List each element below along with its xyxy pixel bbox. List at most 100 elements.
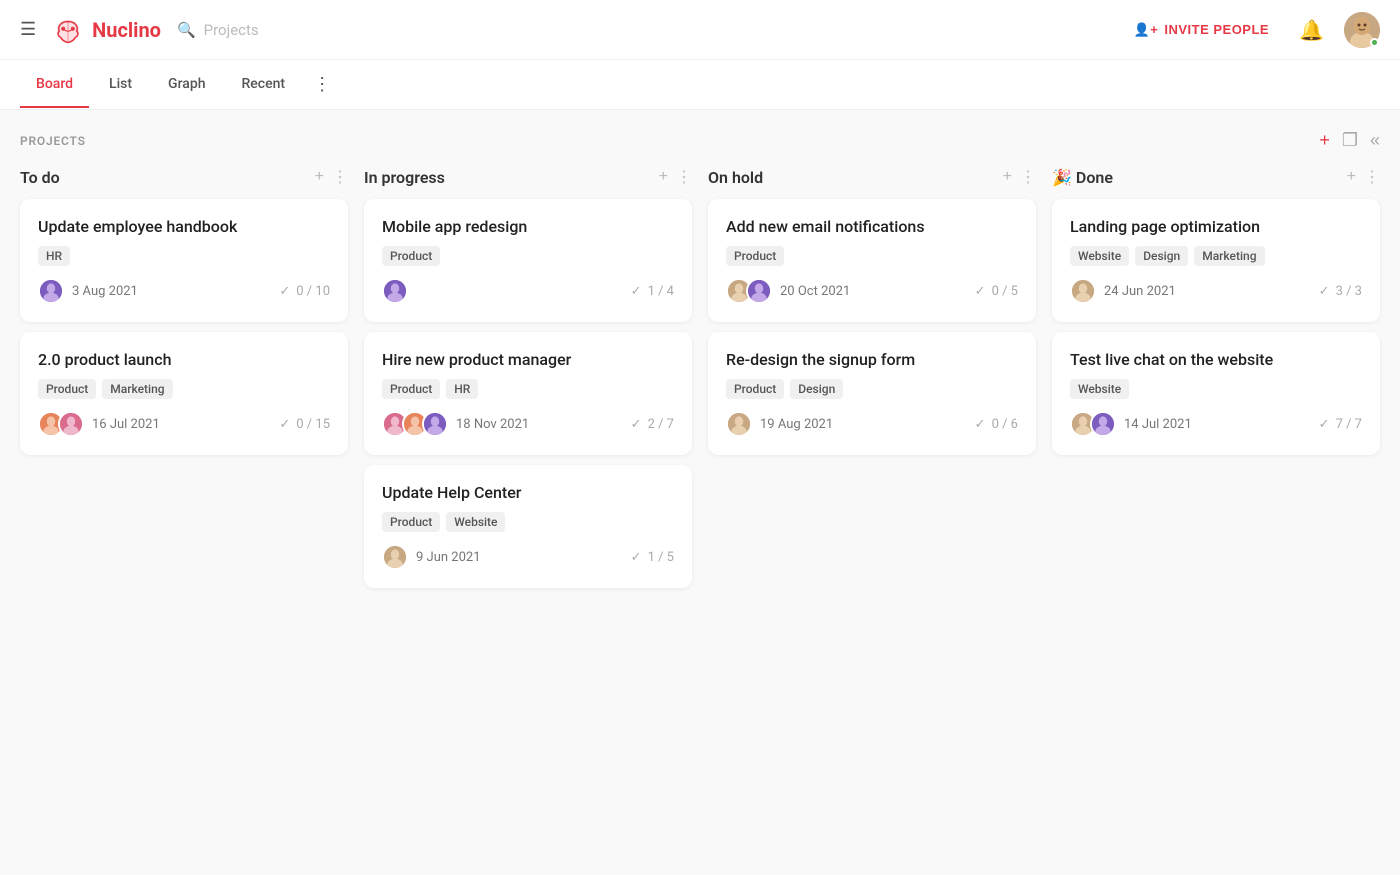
card-hire-product-manager[interactable]: Hire new product manager Product HR [364, 332, 692, 455]
column-done-actions: + ⋮ [1347, 167, 1380, 187]
card-meta-left [382, 278, 408, 304]
card-tasks: ✓ 0 / 10 [279, 284, 330, 299]
tag-marketing: Marketing [1194, 246, 1264, 266]
card-avatars [726, 411, 752, 437]
add-card-onhold-button[interactable]: + [1003, 168, 1012, 186]
card-footer: 14 Jul 2021 ✓ 7 / 7 [1070, 411, 1362, 437]
column-onhold-header: On hold + ⋮ [708, 167, 1036, 187]
card-tasks: ✓ 1 / 5 [631, 550, 674, 565]
card-footer: 19 Aug 2021 ✓ 0 / 6 [726, 411, 1018, 437]
add-card-todo-button[interactable]: + [315, 168, 324, 186]
card-update-help-center[interactable]: Update Help Center Product Website 9 Jun… [364, 465, 692, 588]
column-todo: To do + ⋮ Update employee handbook HR [20, 167, 348, 465]
search-bar[interactable]: 🔍 Projects [177, 21, 259, 39]
column-inprogress-actions: + ⋮ [659, 167, 692, 187]
tab-recent[interactable]: Recent [225, 62, 301, 108]
column-inprogress-header: In progress + ⋮ [364, 167, 692, 187]
header-left: ☰ Nuclino 🔍 Projects [20, 16, 1124, 44]
card-product-launch[interactable]: 2.0 product launch Product Marketing [20, 332, 348, 455]
board-actions: + ❐ « [1319, 130, 1380, 151]
todo-more-button[interactable]: ⋮ [332, 167, 348, 187]
user-online-status [1370, 38, 1379, 47]
card-title: 2.0 product launch [38, 350, 330, 369]
card-footer: 24 Jun 2021 ✓ 3 / 3 [1070, 278, 1362, 304]
avatar-1 [746, 278, 772, 304]
tag-product: Product [38, 379, 96, 399]
card-tasks: ✓ 0 / 15 [279, 417, 330, 432]
search-placeholder: Projects [204, 21, 259, 39]
card-redesign-signup[interactable]: Re-design the signup form Product Design… [708, 332, 1036, 455]
onhold-more-button[interactable]: ⋮ [1020, 167, 1036, 187]
board-section-title: PROJECTS [20, 134, 86, 148]
card-tasks: ✓ 3 / 3 [1319, 284, 1362, 299]
task-count: 1 / 5 [648, 550, 674, 565]
user-avatar-wrapper[interactable] [1344, 12, 1380, 48]
card-tags: Product HR [382, 379, 674, 399]
add-person-icon: 👤+ [1134, 22, 1159, 38]
tabs-bar: Board List Graph Recent ⋮ [0, 60, 1400, 110]
card-avatars [1070, 278, 1096, 304]
card-tags: Website [1070, 379, 1362, 399]
task-count: 0 / 10 [296, 284, 330, 299]
columns-wrapper: To do + ⋮ Update employee handbook HR [20, 167, 1380, 598]
logo-text: Nuclino [92, 18, 161, 42]
header: ☰ Nuclino 🔍 Projects 👤+ INVITE PEOPLE 🔔 [0, 0, 1400, 60]
card-title: Test live chat on the website [1070, 350, 1362, 369]
add-card-done-button[interactable]: + [1347, 168, 1356, 186]
task-count: 3 / 3 [1336, 284, 1362, 299]
tag-design: Design [790, 379, 843, 399]
avatar-0 [38, 278, 64, 304]
column-onhold-title: On hold [708, 168, 763, 187]
tabs-more-menu[interactable]: ⋮ [305, 60, 339, 109]
inprogress-more-button[interactable]: ⋮ [676, 167, 692, 187]
card-date: 14 Jul 2021 [1124, 417, 1192, 432]
card-meta-left: 16 Jul 2021 [38, 411, 160, 437]
board-container: PROJECTS + ❐ « To do + ⋮ Update employee… [0, 110, 1400, 618]
avatar-1 [1090, 411, 1116, 437]
search-icon: 🔍 [177, 21, 196, 39]
add-card-inprogress-button[interactable]: + [659, 168, 668, 186]
menu-icon[interactable]: ☰ [20, 19, 36, 40]
check-icon: ✓ [1319, 417, 1330, 432]
avatar-1 [58, 411, 84, 437]
done-more-button[interactable]: ⋮ [1364, 167, 1380, 187]
column-done-title: 🎉 Done [1052, 168, 1113, 187]
notification-icon[interactable]: 🔔 [1299, 18, 1324, 42]
logo: Nuclino [52, 16, 161, 44]
card-footer: 18 Nov 2021 ✓ 2 / 7 [382, 411, 674, 437]
collapse-board-button[interactable]: « [1370, 130, 1380, 151]
tag-design: Design [1135, 246, 1188, 266]
card-tasks: ✓ 7 / 7 [1319, 417, 1362, 432]
check-icon: ✓ [1319, 284, 1330, 299]
column-todo-title: To do [20, 168, 60, 187]
card-tasks: ✓ 0 / 6 [975, 417, 1018, 432]
tag-hr: HR [446, 379, 478, 399]
card-tags: Product [382, 246, 674, 266]
card-meta-left: 24 Jun 2021 [1070, 278, 1176, 304]
card-avatars [382, 544, 408, 570]
tab-board[interactable]: Board [20, 62, 89, 108]
task-count: 1 / 4 [648, 284, 674, 299]
card-title: Hire new product manager [382, 350, 674, 369]
card-footer: 16 Jul 2021 ✓ 0 / 15 [38, 411, 330, 437]
add-column-button[interactable]: + [1319, 130, 1330, 151]
card-update-employee-handbook[interactable]: Update employee handbook HR 3 Aug 2021 [20, 199, 348, 322]
card-test-live-chat[interactable]: Test live chat on the website Website [1052, 332, 1380, 455]
column-onhold-actions: + ⋮ [1003, 167, 1036, 187]
card-mobile-app-redesign[interactable]: Mobile app redesign Product ✓ 1 / [364, 199, 692, 322]
tab-list[interactable]: List [93, 62, 148, 108]
card-meta-left: 18 Nov 2021 [382, 411, 529, 437]
expand-board-button[interactable]: ❐ [1342, 130, 1358, 151]
card-footer: 9 Jun 2021 ✓ 1 / 5 [382, 544, 674, 570]
card-title: Update Help Center [382, 483, 674, 502]
card-email-notifications[interactable]: Add new email notifications Product [708, 199, 1036, 322]
card-avatars [382, 278, 408, 304]
column-done-header: 🎉 Done + ⋮ [1052, 167, 1380, 187]
card-landing-page-optimization[interactable]: Landing page optimization Website Design… [1052, 199, 1380, 322]
invite-people-button[interactable]: 👤+ INVITE PEOPLE [1124, 16, 1280, 44]
tab-graph[interactable]: Graph [152, 62, 221, 108]
task-count: 0 / 6 [992, 417, 1018, 432]
card-title: Re-design the signup form [726, 350, 1018, 369]
card-date: 9 Jun 2021 [416, 550, 481, 565]
tag-website: Website [446, 512, 505, 532]
